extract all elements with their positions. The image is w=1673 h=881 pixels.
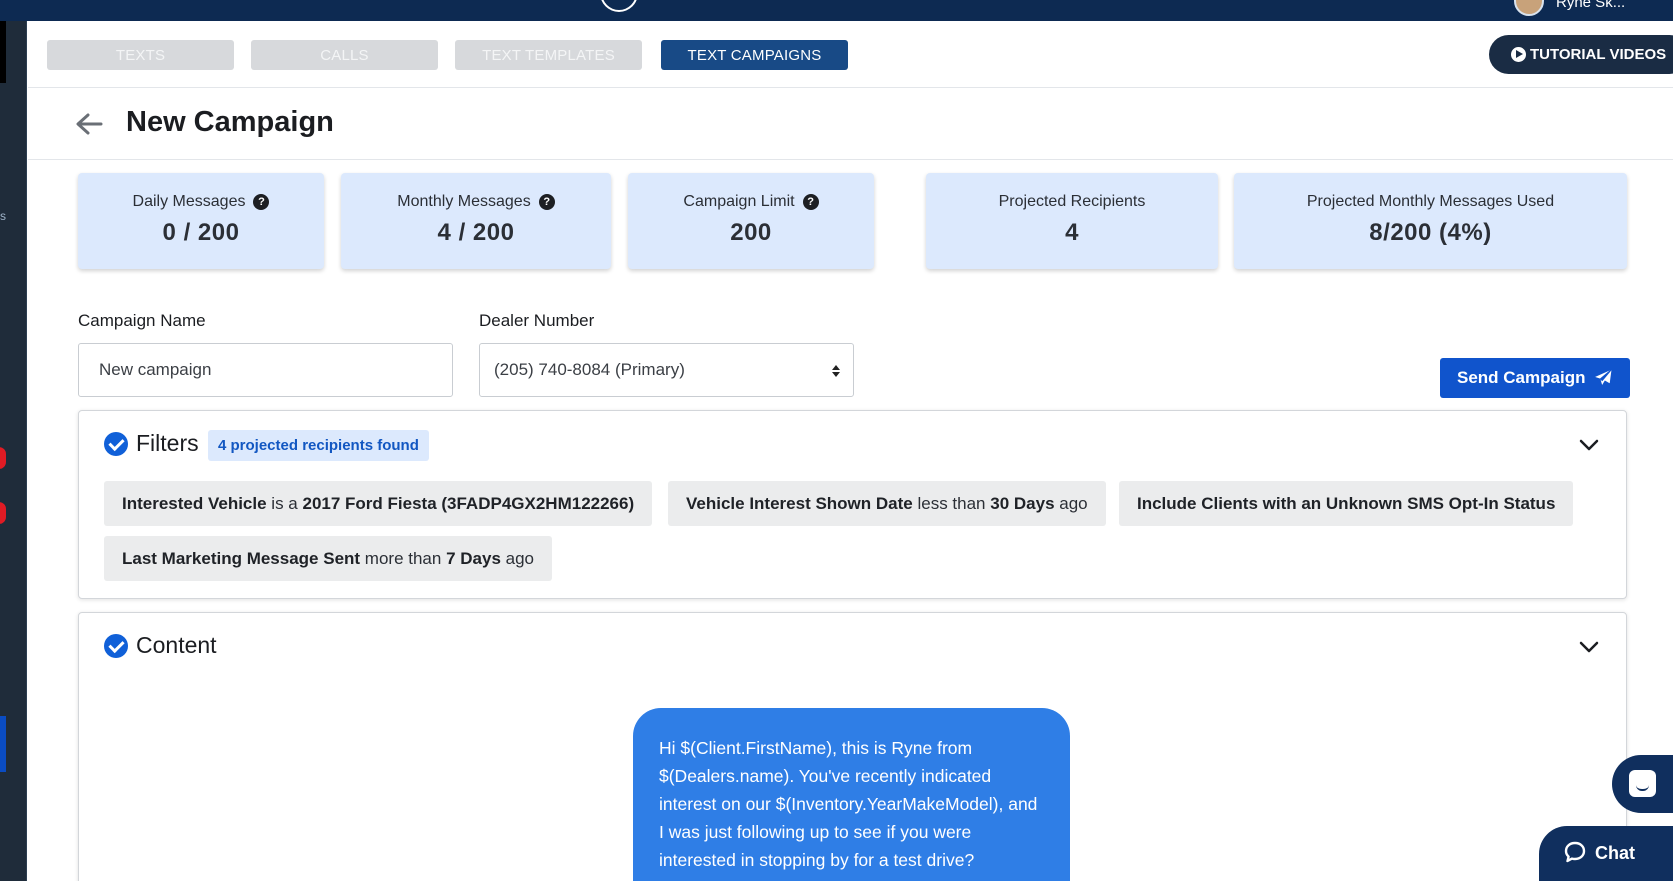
tutorial-videos-button[interactable]: TUTORIAL VIDEOS bbox=[1489, 35, 1673, 74]
filters-panel: Filters 4 projected recipients found Int… bbox=[78, 410, 1627, 599]
help-icon[interactable]: ? bbox=[538, 194, 555, 210]
tab-text-campaigns[interactable]: TEXT CAMPAIGNS bbox=[661, 40, 848, 70]
arrow-left-icon[interactable] bbox=[74, 111, 104, 137]
user-name[interactable]: Ryne Sk... bbox=[1556, 0, 1625, 11]
user-avatar[interactable] bbox=[1514, 0, 1544, 16]
messenger-icon bbox=[1629, 770, 1656, 797]
stat-value: 4 bbox=[1065, 219, 1079, 246]
message-preview-bubble: Hi $(Client.FirstName), this is Ryne fro… bbox=[633, 708, 1070, 881]
help-icon[interactable]: ? bbox=[253, 194, 270, 210]
left-sidebar: s bbox=[0, 21, 27, 881]
dealer-number-label: Dealer Number bbox=[479, 311, 595, 330]
filters-title: Filters bbox=[136, 430, 199, 456]
stat-label: Daily Messages bbox=[132, 193, 246, 210]
paper-plane-icon bbox=[1593, 368, 1613, 387]
filter-chip-operator: more than bbox=[360, 548, 447, 568]
chat-label: Chat bbox=[1595, 843, 1635, 863]
page-title: New Campaign bbox=[126, 106, 334, 138]
brand-logo-icon[interactable] bbox=[600, 0, 638, 12]
filter-chip-value: 7 Days bbox=[446, 548, 501, 568]
stat-card-projected-monthly-used: Projected Monthly Messages Used 8/200 (4… bbox=[1234, 173, 1627, 269]
tab-calls[interactable]: CALLS bbox=[251, 40, 438, 70]
sidebar-collapsed-label-icon: s bbox=[0, 209, 6, 223]
stat-value: 4 / 200 bbox=[437, 219, 515, 246]
sort-arrows-icon bbox=[832, 365, 840, 377]
filter-chip-field: Interested Vehicle bbox=[122, 493, 267, 513]
sidebar-item[interactable] bbox=[0, 21, 6, 83]
chevron-down-icon[interactable] bbox=[1579, 439, 1599, 451]
send-campaign-button[interactable]: Send Campaign bbox=[1440, 358, 1630, 398]
check-circle-icon bbox=[104, 432, 128, 456]
filter-chip-operator: less than bbox=[912, 493, 991, 513]
chat-button[interactable]: Chat bbox=[1539, 826, 1673, 881]
filter-chip[interactable]: Last Marketing Message Sent more than 7 … bbox=[104, 536, 552, 581]
page-header: New Campaign bbox=[28, 89, 1673, 160]
stat-value: 0 / 200 bbox=[162, 219, 240, 246]
projected-recipients-badge: 4 projected recipients found bbox=[208, 430, 429, 461]
campaign-name-input[interactable]: New campaign bbox=[78, 343, 453, 397]
filter-chip-suffix: ago bbox=[1054, 493, 1088, 513]
play-icon bbox=[1511, 47, 1526, 62]
tab-text-templates[interactable]: TEXT TEMPLATES bbox=[455, 40, 642, 70]
dealer-number-value: (205) 740-8084 (Primary) bbox=[494, 360, 685, 379]
stat-card-daily-messages: Daily Messages? 0 / 200 bbox=[78, 173, 324, 269]
filter-chip[interactable]: Include Clients with an Unknown SMS Opt-… bbox=[1119, 481, 1574, 526]
notification-badge-icon bbox=[0, 447, 6, 469]
tab-texts[interactable]: TEXTS bbox=[47, 40, 234, 70]
tutorial-videos-label: TUTORIAL VIDEOS bbox=[1530, 46, 1667, 63]
stat-card-campaign-limit: Campaign Limit? 200 bbox=[628, 173, 874, 269]
stat-label: Projected Recipients bbox=[998, 193, 1146, 210]
filter-chip[interactable]: Interested Vehicle is a 2017 Ford Fiesta… bbox=[104, 481, 653, 526]
filter-chip-field: Vehicle Interest Shown Date bbox=[686, 493, 913, 513]
stat-card-monthly-messages: Monthly Messages? 4 / 200 bbox=[341, 173, 611, 269]
chat-bubble-icon bbox=[1564, 841, 1586, 863]
help-icon[interactable]: ? bbox=[802, 194, 819, 210]
dealer-number-select[interactable]: (205) 740-8084 (Primary) bbox=[479, 343, 854, 397]
top-nav-bar: Ryne Sk... bbox=[0, 0, 1673, 21]
filter-chip-value: 2017 Ford Fiesta (3FADP4GX2HM122266) bbox=[302, 493, 635, 513]
content-title: Content bbox=[136, 632, 217, 658]
sub-nav-tabs: TEXTS CALLS TEXT TEMPLATES TEXT CAMPAIGN… bbox=[28, 21, 1673, 88]
filter-chip-operator: is a bbox=[266, 493, 303, 513]
sidebar-active-indicator bbox=[0, 716, 6, 772]
messenger-launcher-button[interactable] bbox=[1612, 755, 1673, 813]
stat-value: 200 bbox=[730, 219, 772, 246]
stat-label: Campaign Limit bbox=[683, 193, 795, 210]
filter-chip[interactable]: Vehicle Interest Shown Date less than 30… bbox=[668, 481, 1106, 526]
campaign-name-label: Campaign Name bbox=[78, 311, 206, 330]
stat-label: Monthly Messages bbox=[397, 193, 531, 210]
check-circle-icon bbox=[104, 634, 128, 658]
filter-chip-suffix: ago bbox=[500, 548, 534, 568]
filter-chip-value: 30 Days bbox=[990, 493, 1055, 513]
notification-badge-icon bbox=[0, 502, 6, 524]
stat-value: 8/200 (4%) bbox=[1369, 219, 1492, 246]
stat-card-projected-recipients: Projected Recipients 4 bbox=[926, 173, 1218, 269]
filter-chip-field: Last Marketing Message Sent bbox=[122, 548, 361, 568]
chevron-down-icon[interactable] bbox=[1579, 641, 1599, 653]
stat-label: Projected Monthly Messages Used bbox=[1306, 193, 1555, 210]
filter-chip-field: Include Clients with an Unknown SMS Opt-… bbox=[1137, 493, 1556, 513]
send-campaign-label: Send Campaign bbox=[1457, 368, 1586, 387]
